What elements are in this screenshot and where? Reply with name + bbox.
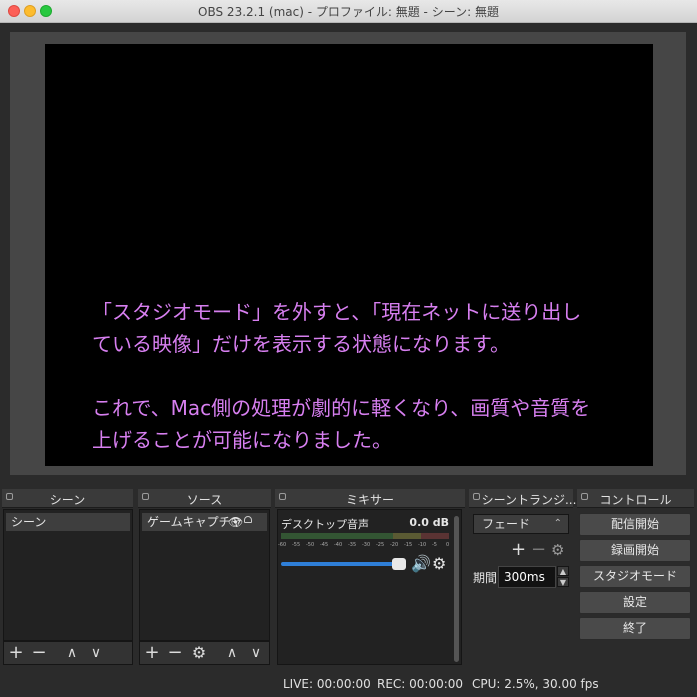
source-properties-gear-icon[interactable]: ⚙	[188, 642, 210, 664]
meter-tick-label: -25	[376, 542, 385, 548]
start-streaming-button[interactable]: 配信開始	[579, 513, 691, 536]
meter-tick-label: -5	[432, 542, 437, 548]
overlay-text-line-3: これで、Mac側の処理が劇的に軽くなり、画質や音質を	[92, 396, 591, 420]
meter-yellow-zone	[393, 533, 421, 539]
overlay-text-line-1: 「スタジオモード」を外すと、「現在ネットに送り出し	[92, 300, 582, 324]
title-bar: OBS 23.2.1 (mac) - プロファイル: 無題 - シーン: 無題	[0, 0, 697, 23]
transition-properties-gear-icon[interactable]: ⚙	[551, 541, 564, 559]
meter-tick-label: -40	[334, 542, 343, 548]
mixer-gear-icon[interactable]: ⚙	[432, 554, 446, 573]
meter-tick-label: -60	[278, 542, 287, 548]
transitions-dock-title: シーントランジ...	[481, 493, 577, 507]
sources-list[interactable]: ゲームキャプチャ 👁	[139, 509, 270, 641]
overlay-text-line-2: ている映像」だけを表示する状態になります。	[92, 332, 510, 356]
move-source-up-button[interactable]: ∧	[221, 642, 243, 664]
lock-icon[interactable]	[244, 516, 252, 523]
transitions-dock-header: シーントランジ...	[469, 489, 576, 508]
scenes-dock-header: シーン	[2, 489, 133, 508]
duration-label: 期間	[473, 571, 498, 585]
window-title: OBS 23.2.1 (mac) - プロファイル: 無題 - シーン: 無題	[198, 5, 499, 19]
overlay-text-line-4: 上げることが可能になりました。	[92, 428, 392, 452]
duration-input[interactable]: 300ms	[498, 566, 556, 588]
mixer-scrollbar[interactable]	[454, 516, 459, 662]
meter-tick-label: -35	[348, 542, 357, 548]
cpu-status: CPU: 2.5%, 30.00 fps	[472, 677, 599, 691]
mixer-channel-name: デスクトップ音声	[281, 518, 369, 531]
meter-red-zone	[421, 533, 449, 539]
move-scene-down-button[interactable]: ∨	[85, 642, 107, 664]
exit-button[interactable]: 終了	[579, 617, 691, 640]
settings-button[interactable]: 設定	[579, 591, 691, 614]
sources-dock-header: ソース	[138, 489, 271, 508]
audio-mixer: デスクトップ音声 0.0 dB -60 -55 -50 -45 -40 -35 -30 -25…	[277, 509, 462, 665]
transitions-panel: フェード ⌃ + − ⚙ 期間 300ms ▲ ▼	[469, 509, 573, 665]
add-source-button[interactable]: +	[141, 642, 163, 664]
meter-tick-label: -55	[292, 542, 301, 548]
select-arrows-icon: ⌃	[553, 518, 562, 529]
move-source-down-button[interactable]: ∨	[245, 642, 267, 664]
add-transition-button[interactable]: +	[511, 539, 526, 560]
mixer-channel-level: 0.0 dB	[409, 516, 449, 529]
controls-dock-header: コントロール	[577, 489, 694, 508]
start-recording-button[interactable]: 録画開始	[579, 539, 691, 562]
move-scene-up-button[interactable]: ∧	[61, 642, 83, 664]
controls-panel: 配信開始 録画開始 スタジオモード 設定 終了	[577, 509, 694, 665]
duration-up-button[interactable]: ▲	[557, 566, 569, 576]
controls-dock-title: コントロール	[599, 493, 672, 507]
sources-dock-title: ソース	[186, 493, 223, 507]
volume-meter	[281, 533, 449, 539]
status-bar: LIVE: 00:00:00 REC: 00:00:00 CPU: 2.5%, …	[0, 673, 697, 697]
remove-source-button[interactable]: −	[164, 642, 186, 664]
scenes-list[interactable]: シーン	[3, 509, 133, 641]
transition-select[interactable]: フェード ⌃	[473, 514, 569, 534]
mixer-dock-title: ミキサー	[345, 493, 394, 507]
transition-selected-value: フェード	[482, 517, 531, 531]
meter-tick-label: 0	[446, 542, 450, 548]
remove-transition-button[interactable]: −	[531, 539, 546, 560]
meter-tick-label: -30	[362, 542, 371, 548]
sources-toolbar: + − ⚙ ∧ ∨	[139, 641, 270, 665]
volume-slider-track[interactable]	[281, 562, 405, 566]
meter-tick-label: -10	[418, 542, 427, 548]
rec-status: REC: 00:00:00	[377, 677, 464, 691]
studio-mode-button[interactable]: スタジオモード	[579, 565, 691, 588]
mixer-dock-header: ミキサー	[275, 489, 465, 508]
duration-down-button[interactable]: ▼	[557, 577, 569, 587]
speaker-icon[interactable]: 🔊	[411, 554, 431, 573]
add-scene-button[interactable]: +	[5, 642, 27, 664]
scenes-dock-title: シーン	[49, 493, 86, 507]
volume-slider-handle[interactable]	[391, 558, 406, 570]
meter-tick-label: -20	[390, 542, 399, 548]
remove-scene-button[interactable]: −	[28, 642, 50, 664]
meter-tick-label: -50	[306, 542, 315, 548]
meter-tick-label: -15	[404, 542, 413, 548]
live-status: LIVE: 00:00:00	[283, 677, 371, 691]
meter-tick-label: -45	[320, 542, 329, 548]
scene-list-item[interactable]: シーン	[6, 513, 130, 531]
eye-icon[interactable]: 👁	[228, 513, 243, 531]
scenes-toolbar: + − ∧ ∨	[3, 641, 133, 665]
